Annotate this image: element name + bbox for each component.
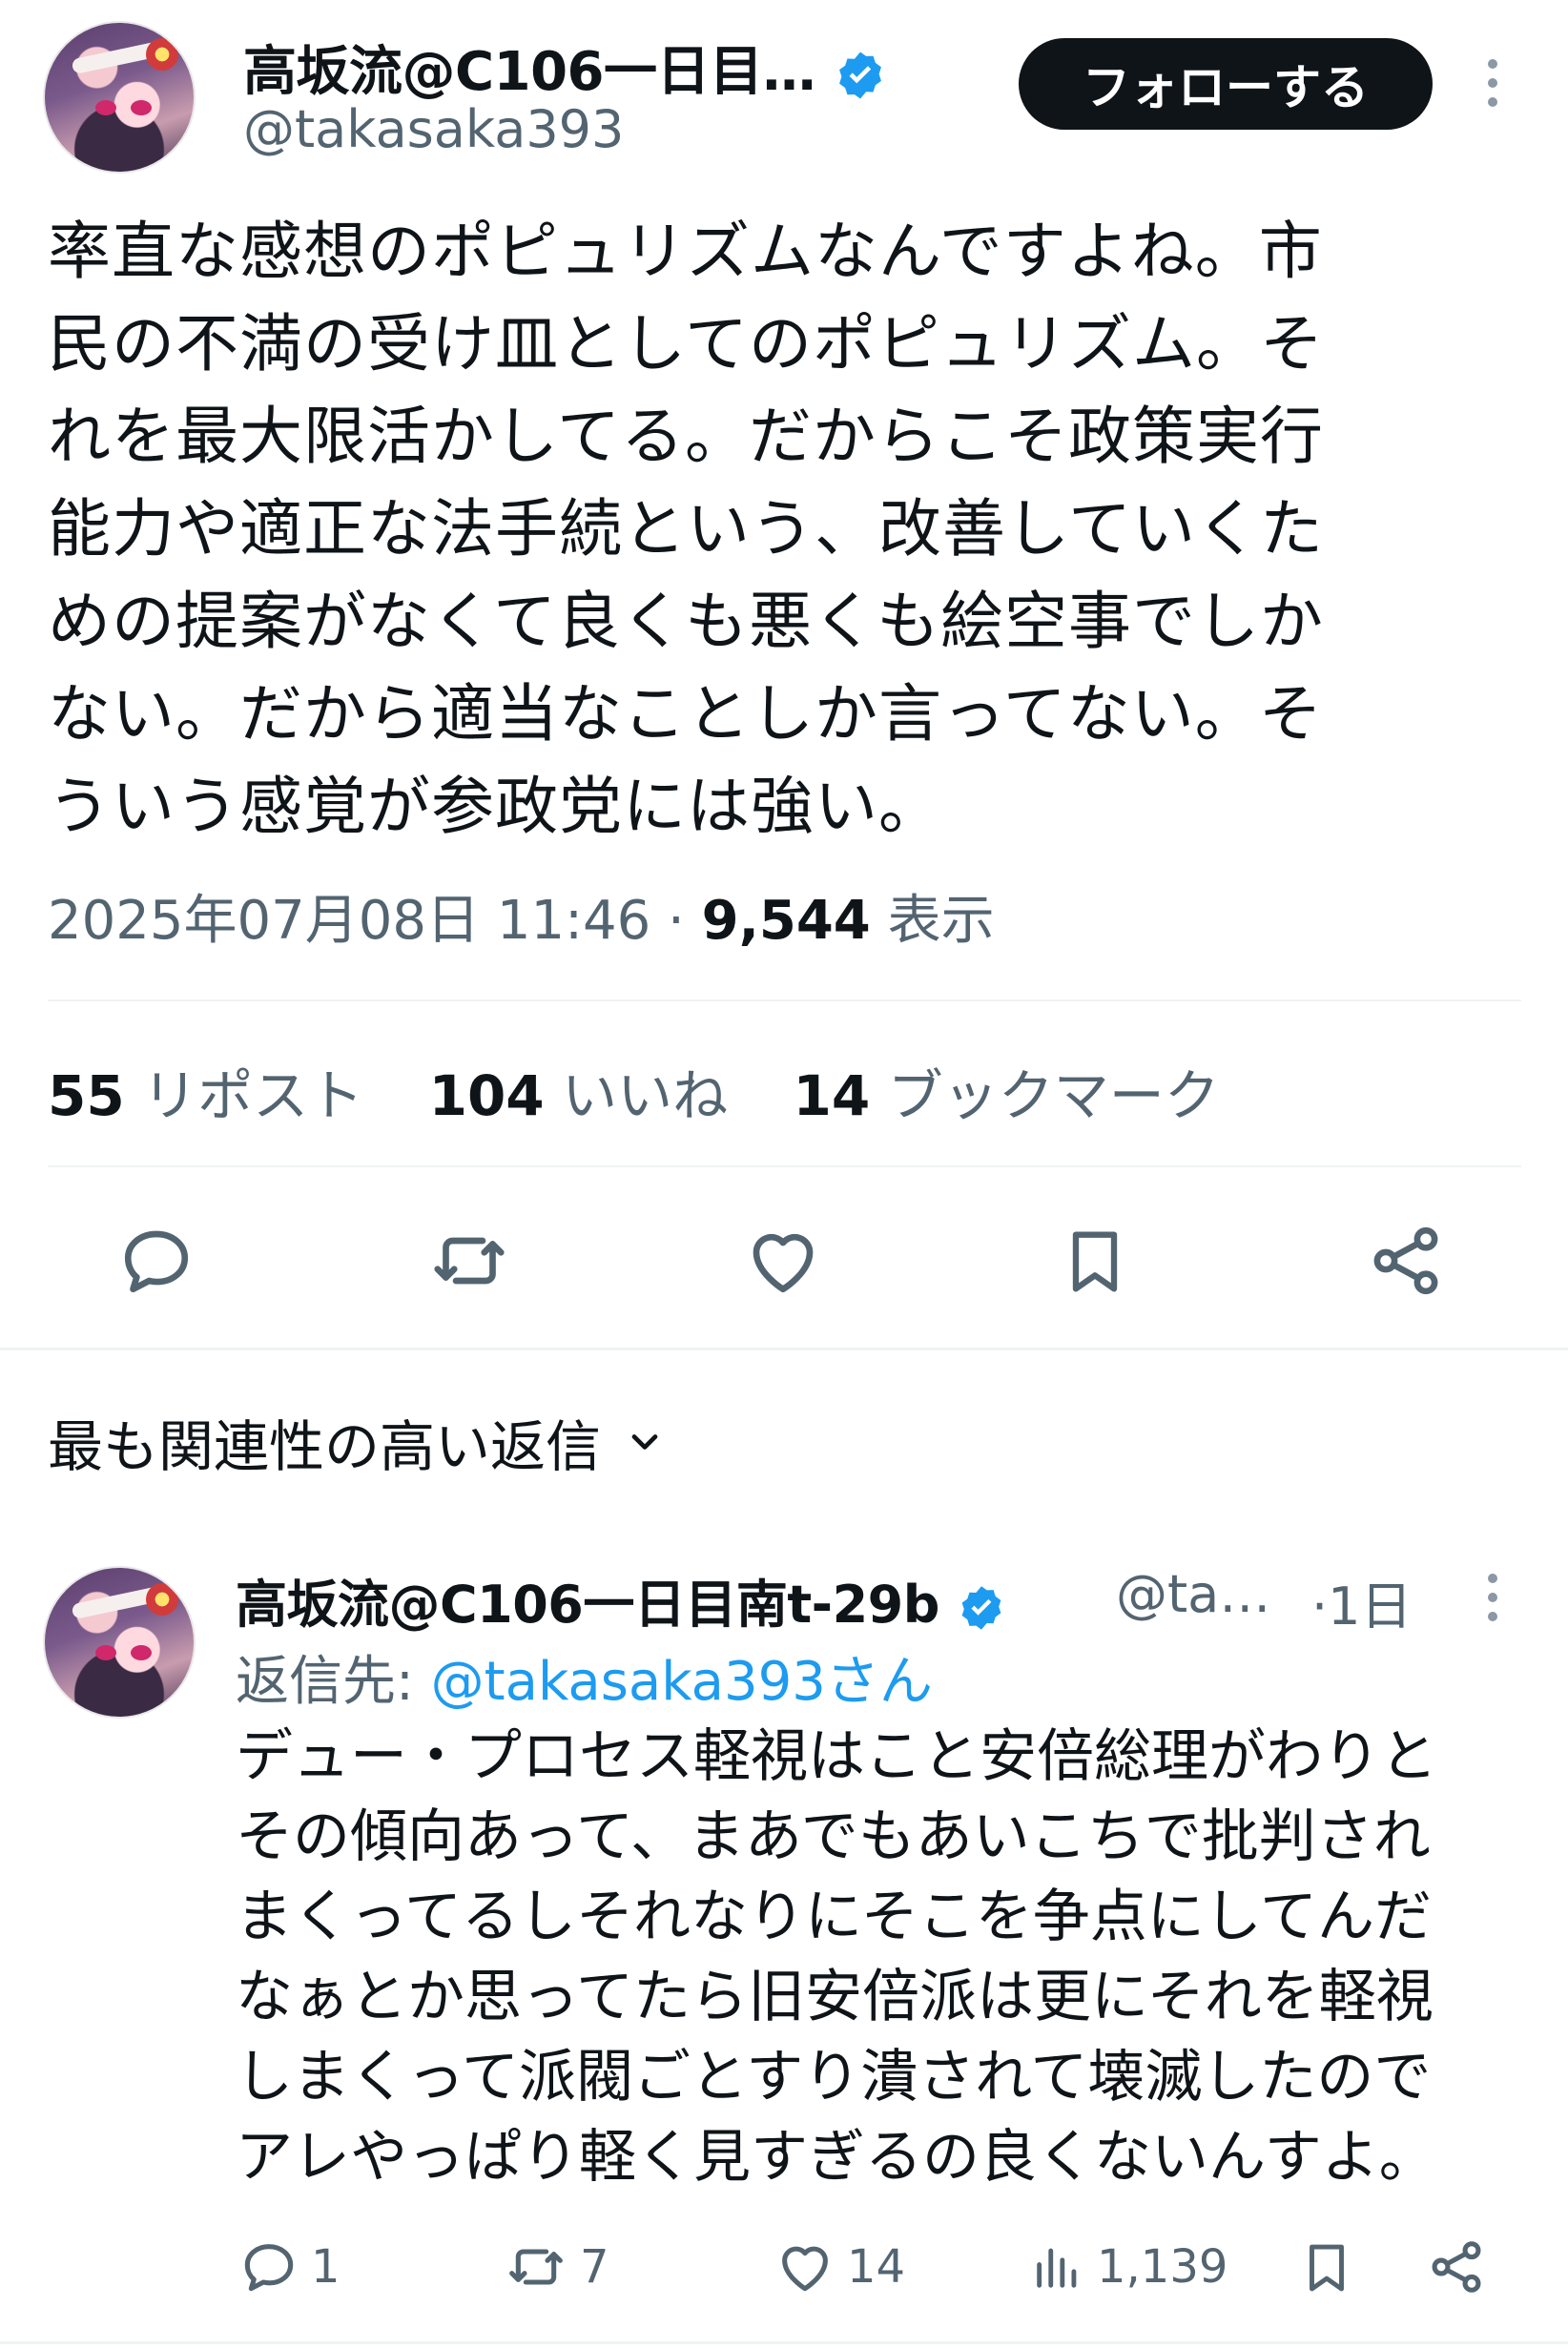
author-display-name-text: 高坂流@C106一日目… (243, 41, 816, 103)
reply-text-line: デュー・プロセス軽視はこと安倍総理がわりと (236, 1723, 1437, 1790)
tweet-text-line: 率直な感想のポピュリズムなんですよね。市 (48, 215, 1323, 288)
repost-icon (434, 1237, 505, 1285)
tweet-text-line: 民の不満の受け皿としてのポピュリズム。そ (48, 307, 1325, 381)
more-options-icon[interactable] (1488, 59, 1499, 107)
tweet-timestamp[interactable]: 2025年07月08日 11:46 (48, 890, 650, 952)
repost-icon (509, 2249, 563, 2285)
tweet-meta: 2025年07月08日 11:46 · 9,544 表示 (48, 877, 995, 955)
reposts-stat[interactable]: 55 リポスト (48, 1063, 363, 1128)
follow-button[interactable]: フォローする (1019, 38, 1433, 130)
replies-sort-label: 最も関連性の高い返信 (48, 1414, 602, 1479)
reply-button[interactable] (116, 1221, 196, 1301)
reply-views-button[interactable]: 1,139 (1030, 2236, 1228, 2297)
divider (48, 999, 1521, 1001)
tweet-stats: 55 リポスト 104 いいね 14 ブックマーク (48, 1051, 1268, 1131)
likes-stat[interactable]: 104 いいね (429, 1063, 729, 1128)
bookmark-icon (1072, 1231, 1118, 1292)
divider (48, 1165, 1521, 1167)
reply-text: デュー・プロセス軽視はこと安倍総理がわりと その傾向あって、まあでもあいこちで批… (236, 1717, 1523, 2197)
share-icon (1432, 2241, 1481, 2293)
reply-icon (244, 2244, 294, 2292)
reply-like-button[interactable]: 14 (774, 2236, 905, 2297)
heart-icon (782, 2246, 828, 2292)
bookmark-button[interactable] (1057, 1221, 1133, 1303)
bookmark-icon (1310, 2244, 1344, 2292)
avatar-art (146, 1582, 179, 1616)
reply-to-prefix: 返信先: (236, 1651, 431, 1713)
repost-button[interactable] (427, 1221, 511, 1301)
meta-separator: · (650, 890, 702, 952)
tweet-text-line: れを最大限活かしてる。だからこそ政策実行 (48, 400, 1325, 473)
like-button[interactable] (742, 1221, 824, 1301)
reposts-count: 55 (48, 1063, 125, 1128)
replies-sort-dropdown[interactable]: 最も関連性の高い返信 (48, 1402, 666, 1482)
section-divider (0, 2341, 1568, 2344)
views-count: 9,544 (701, 890, 871, 952)
avatar-art (95, 1645, 117, 1661)
repost-count: 7 (580, 2240, 609, 2294)
reply-repost-button[interactable]: 7 (504, 2236, 609, 2297)
reply-time[interactable]: ·1日 (1311, 1564, 1413, 1639)
avatar-art (146, 37, 179, 71)
reply-text-line: しまくって派閥ごとすり潰されて壊滅したので (236, 2044, 1432, 2111)
chevron-down-icon (631, 1434, 658, 1450)
avatar-art (131, 1645, 153, 1661)
tweet-text: 率直な感想のポピュリズムなんですよね。市 民の不満の受け皿としてのポピュリズム。… (48, 205, 1536, 853)
reply-author-display-name[interactable]: 高坂流@C106一日目南t-29b (236, 1562, 1006, 1637)
share-icon (1373, 1226, 1438, 1295)
likes-count: 104 (428, 1063, 545, 1128)
bookmarks-label: ブックマーク (870, 1063, 1220, 1128)
reply-bookmark-button[interactable] (1297, 2236, 1356, 2299)
tweet-text-line: 能力や適正な法手続という、改善していくた (48, 492, 1325, 566)
reply-text-line: アレやっぱり軽く見すぎるの良くないんすよ。 (236, 2124, 1436, 2191)
author-avatar[interactable] (43, 21, 196, 174)
bookmarks-count: 14 (793, 1063, 871, 1128)
avatar-art (131, 100, 153, 116)
reposts-label: リポスト (124, 1063, 364, 1128)
author-handle[interactable]: @takasaka393 (243, 99, 624, 159)
reply-text-line: なぁとか思ってたら旧安倍派は更にそれを軽視 (236, 1964, 1434, 2030)
author-display-name[interactable]: 高坂流@C106一日目… (243, 29, 887, 106)
avatar-art (95, 100, 117, 116)
reply-to-line: 返信先: @takasaka393さん (236, 1638, 933, 1716)
bookmarks-stat[interactable]: 14 ブックマーク (794, 1063, 1220, 1128)
reply-text-line: その傾向あって、まあでもあいこちで批判され (236, 1803, 1431, 1870)
tweet-text-line: めの提案がなくて良くも悪くも絵空事でしか (48, 585, 1325, 658)
reply-count: 1 (311, 2240, 340, 2294)
reply-author-avatar[interactable] (43, 1566, 196, 1719)
reply-author-display-name-text: 高坂流@C106一日目南t-29b (236, 1575, 939, 1635)
tweet-text-line: ない。だから適当なことしか言ってない。そ (48, 677, 1323, 751)
views-chart-icon (1037, 2248, 1077, 2288)
verified-badge-icon[interactable] (957, 1583, 1006, 1633)
reply-to-handle-link[interactable]: @takasaka393さん (431, 1651, 933, 1713)
reply-author-handle[interactable]: @ta… (1116, 1564, 1270, 1624)
views-count: 1,139 (1097, 2240, 1228, 2294)
reply-text-line: まくってるしそれなりにそこを争点にしてんだ (236, 1884, 1432, 1950)
section-divider (0, 1348, 1568, 1350)
tweet-text-line: ういう感覚が参政党には強い。 (48, 770, 942, 843)
reply-more-options-icon[interactable] (1488, 1574, 1499, 1621)
likes-label: いいね (544, 1063, 729, 1128)
views-label: 表示 (870, 890, 995, 952)
heart-icon (753, 1233, 814, 1293)
reply-icon (124, 1230, 189, 1293)
share-button[interactable] (1366, 1221, 1446, 1301)
reply-reply-button[interactable]: 1 (238, 2236, 340, 2297)
verified-badge-icon[interactable] (834, 49, 887, 102)
reply-share-button[interactable] (1426, 2236, 1487, 2297)
like-count: 14 (847, 2240, 906, 2294)
